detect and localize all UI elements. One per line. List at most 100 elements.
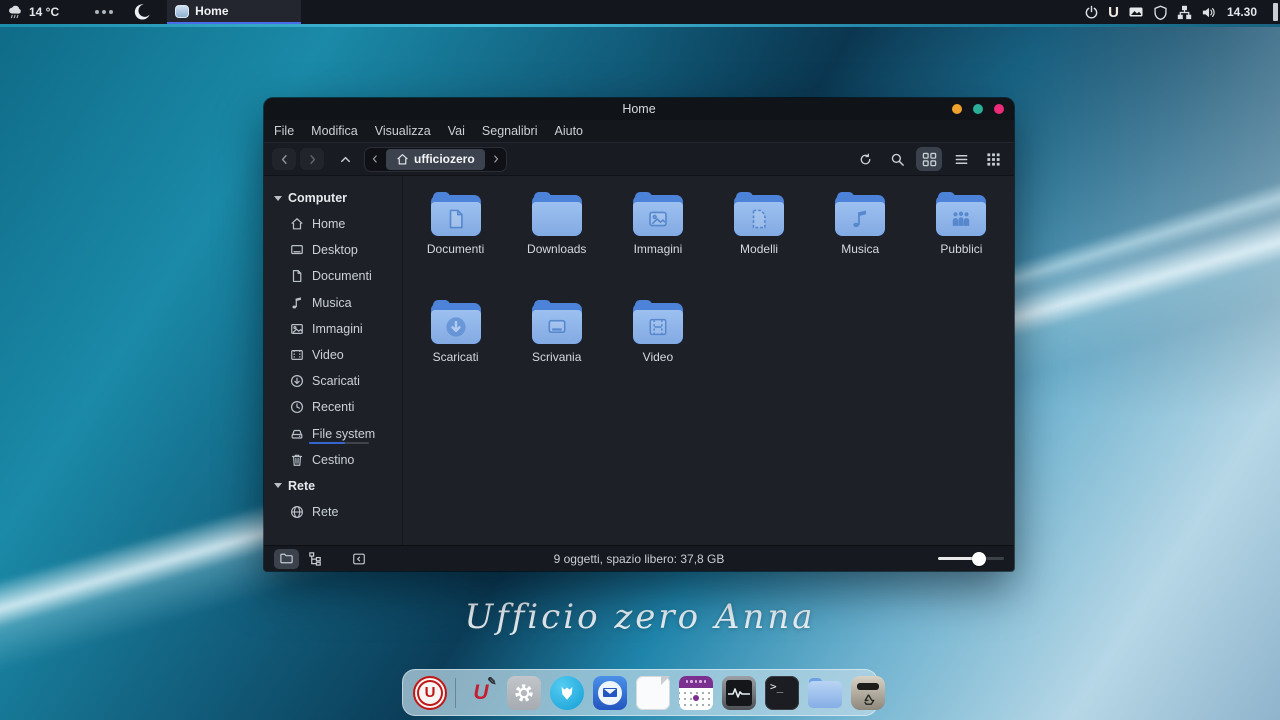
sidebar-item-video[interactable]: Video	[264, 342, 402, 368]
sidebar-tree-toggle-button[interactable]	[303, 549, 328, 569]
show-desktop-button[interactable]	[1273, 3, 1278, 21]
window-titlebar[interactable]: Home	[264, 98, 1014, 120]
shield-icon[interactable]	[1153, 5, 1168, 20]
home-icon	[290, 217, 304, 231]
folder-video[interactable]: Video	[610, 300, 706, 370]
dock-item-librewolf[interactable]	[549, 675, 585, 711]
dock-item-terminal[interactable]: >_	[764, 675, 800, 711]
section-header-label: Rete	[288, 479, 315, 493]
panel-clock[interactable]: 14.30	[1227, 5, 1257, 19]
folder-scaricati[interactable]: Scaricati	[408, 300, 504, 370]
folder-modelli[interactable]: Modelli	[711, 192, 807, 262]
people-glyph-icon	[950, 208, 972, 230]
folder-scrivania[interactable]: Scrivania	[509, 300, 605, 370]
sidebar-section-computer[interactable]: Computer	[264, 185, 402, 211]
path-scroll-left-button[interactable]	[365, 148, 385, 171]
taskbar-window-button[interactable]: Home	[167, 0, 301, 24]
folder-label: Modelli	[740, 242, 778, 256]
menu-vai[interactable]: Vai	[448, 124, 465, 138]
sidebar-item-recenti[interactable]: Recenti	[264, 394, 402, 420]
document-icon	[290, 269, 304, 283]
sidebar-item-documenti[interactable]: Documenti	[264, 263, 402, 289]
desktop-watermark: Ufficio zero Anna	[0, 597, 1280, 637]
sidebar-section-rete[interactable]: Rete	[264, 473, 402, 499]
dock-separator	[455, 678, 456, 708]
icon-view-button[interactable]	[916, 147, 942, 171]
menu-file[interactable]: File	[274, 124, 294, 138]
drive-icon	[290, 427, 304, 441]
trash-icon	[851, 676, 885, 710]
sidebar-item-label: File system	[312, 427, 375, 441]
folder-label: Scaricati	[433, 350, 479, 364]
folder-label: Musica	[841, 242, 879, 256]
minimize-button[interactable]	[952, 104, 962, 114]
disk-usage-bar	[309, 442, 369, 444]
sidebar-item-rete[interactable]: Rete	[264, 499, 402, 525]
taskbar-window-label: Home	[195, 4, 228, 18]
sidebar-item-cestino[interactable]: Cestino	[264, 447, 402, 473]
trash-icon	[290, 453, 304, 467]
folder-documenti[interactable]: Documenti	[408, 192, 504, 262]
close-button[interactable]	[994, 104, 1004, 114]
menu-segnalibri[interactable]: Segnalibri	[482, 124, 538, 138]
picture-icon[interactable]	[1128, 4, 1144, 20]
sidebar-item-scaricati[interactable]: Scaricati	[264, 368, 402, 394]
menu-aiuto[interactable]: Aiuto	[555, 124, 584, 138]
system-monitor-icon	[722, 676, 756, 710]
maximize-button[interactable]	[973, 104, 983, 114]
status-text: 9 oggetti, spazio libero: 37,8 GB	[264, 552, 1014, 566]
dock-item-file-manager[interactable]	[807, 675, 843, 711]
window-icon	[175, 5, 189, 18]
dock-item-calendar[interactable]	[678, 675, 714, 711]
search-button[interactable]	[884, 147, 910, 171]
forward-button[interactable]	[300, 148, 324, 170]
menubar: File Modifica Visualizza Vai Segnalibri …	[264, 120, 1014, 143]
folder-label: Documenti	[427, 242, 484, 256]
sidebar-item-label: Cestino	[312, 453, 354, 467]
folder-immagini[interactable]: Immagini	[610, 192, 706, 262]
dock-item-trash[interactable]	[850, 675, 886, 711]
weather-widget[interactable]: 14 °C	[7, 4, 59, 21]
menu-modifica[interactable]: Modifica	[311, 124, 358, 138]
hide-sidebar-button[interactable]	[346, 549, 371, 569]
sidebar-item-filesystem[interactable]: File system	[264, 421, 402, 447]
dock-item-writer[interactable]: U✎	[463, 675, 499, 711]
weather-temp: 14 °C	[29, 5, 59, 19]
statusbar: 9 oggetti, spazio libero: 37,8 GB	[264, 545, 1014, 571]
folder-pubblici[interactable]: Pubblici	[913, 192, 1009, 262]
folder-downloads[interactable]: Downloads	[509, 192, 605, 262]
up-button[interactable]	[334, 148, 356, 170]
panel-menu-dots-icon[interactable]	[95, 10, 113, 14]
dock-item-ufficiozero-menu[interactable]: U	[412, 675, 448, 711]
sidebar-item-immagini[interactable]: Immagini	[264, 316, 402, 342]
back-button[interactable]	[272, 148, 296, 170]
toolbar: ufficiozero	[264, 143, 1014, 176]
ufficiozero-logo-icon[interactable]: U	[1108, 5, 1119, 20]
list-view-button[interactable]	[948, 147, 974, 171]
volume-icon[interactable]	[1201, 5, 1216, 20]
compact-view-button[interactable]	[980, 147, 1006, 171]
folder-musica[interactable]: Musica	[812, 192, 908, 262]
network-icon[interactable]	[1177, 5, 1192, 20]
sidebar-item-label: Rete	[312, 505, 338, 519]
sidebar-item-desktop[interactable]: Desktop	[264, 237, 402, 263]
sidebar-item-home[interactable]: Home	[264, 211, 402, 237]
night-mode-moon-icon[interactable]	[133, 3, 151, 21]
sidebar-places-toggle-button[interactable]	[274, 549, 299, 569]
sidebar-item-label: Video	[312, 348, 344, 362]
top-panel: 14 °C Home U 14.30	[0, 0, 1280, 24]
cloud-rain-icon	[7, 4, 24, 21]
folder-label: Video	[643, 350, 673, 364]
reload-button[interactable]	[852, 147, 878, 171]
sidebar-item-musica[interactable]: Musica	[264, 290, 402, 316]
power-icon[interactable]	[1084, 5, 1099, 20]
menu-visualizza[interactable]: Visualizza	[375, 124, 431, 138]
zoom-slider-knob[interactable]	[972, 552, 986, 566]
zoom-slider[interactable]	[938, 552, 1004, 566]
dock-item-text-editor[interactable]	[635, 675, 671, 711]
dock-item-settings[interactable]	[506, 675, 542, 711]
dock-item-system-monitor[interactable]	[721, 675, 757, 711]
path-scroll-right-button[interactable]	[486, 148, 506, 171]
dock-item-thunderbird[interactable]	[592, 675, 628, 711]
path-segment-home[interactable]: ufficiozero	[386, 149, 485, 170]
